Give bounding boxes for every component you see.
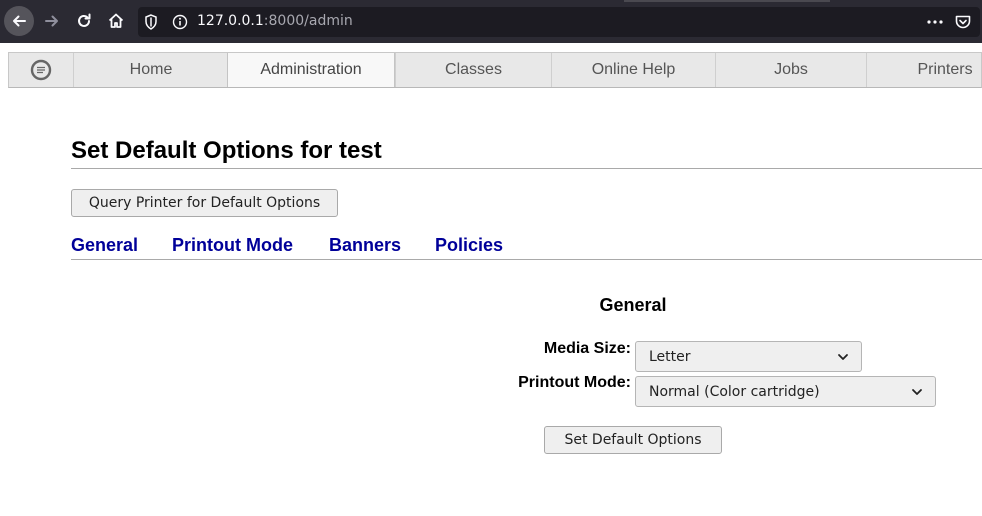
tab-home[interactable]: Home	[73, 53, 228, 87]
group-heading: General	[599, 295, 667, 315]
cups-tab-bar: Home Administration Classes Online Help …	[8, 52, 982, 88]
tab-online-help[interactable]: Online Help	[551, 53, 715, 87]
cups-logo-icon	[30, 59, 52, 81]
url-host: 127.0.0.1	[197, 13, 264, 29]
home-button[interactable]	[101, 6, 131, 36]
chevron-down-icon	[838, 354, 848, 360]
section-link-printout-mode[interactable]: Printout Mode	[172, 235, 293, 256]
tab-printers[interactable]: Printers	[866, 53, 982, 87]
media-size-select[interactable]: Letter	[635, 341, 862, 372]
media-size-value: Letter	[649, 348, 691, 365]
printout-mode-label: Printout Mode:	[518, 374, 631, 391]
cups-logo-tab[interactable]	[9, 53, 73, 87]
media-size-label: Media Size:	[543, 340, 631, 357]
tab-strip-edge	[624, 0, 830, 2]
section-link-general[interactable]: General	[71, 235, 138, 256]
chevron-down-icon	[912, 389, 922, 395]
url-port-path: :8000/admin	[263, 13, 353, 29]
browser-toolbar: 127.0.0.1:8000/admin	[0, 0, 982, 43]
home-icon	[108, 13, 124, 28]
tab-jobs[interactable]: Jobs	[715, 53, 866, 87]
set-default-options-button[interactable]: Set Default Options	[544, 426, 722, 454]
pocket-icon[interactable]	[954, 13, 972, 35]
printout-mode-select[interactable]: Normal (Color cartridge)	[635, 376, 936, 407]
forward-arrow-icon	[45, 15, 58, 27]
shield-icon[interactable]	[144, 14, 158, 34]
reload-button[interactable]	[69, 6, 99, 36]
sections-divider	[71, 259, 982, 260]
tab-administration[interactable]: Administration	[227, 53, 395, 87]
url-bar[interactable]: 127.0.0.1:8000/admin	[138, 7, 980, 37]
printout-mode-value: Normal (Color cartridge)	[649, 383, 820, 400]
section-link-banners[interactable]: Banners	[329, 235, 401, 256]
forward-button[interactable]	[37, 6, 67, 36]
back-button[interactable]	[4, 6, 34, 36]
query-printer-button[interactable]: Query Printer for Default Options	[71, 189, 338, 217]
reload-icon	[78, 13, 91, 27]
more-dots-icon[interactable]	[926, 14, 944, 34]
section-link-policies[interactable]: Policies	[435, 235, 503, 256]
info-icon[interactable]	[172, 14, 188, 34]
url-text[interactable]: 127.0.0.1:8000/admin	[197, 13, 353, 29]
tab-classes[interactable]: Classes	[395, 53, 551, 87]
back-arrow-icon	[13, 15, 26, 27]
page-title: Set Default Options for test	[71, 137, 382, 164]
title-divider	[71, 168, 982, 169]
